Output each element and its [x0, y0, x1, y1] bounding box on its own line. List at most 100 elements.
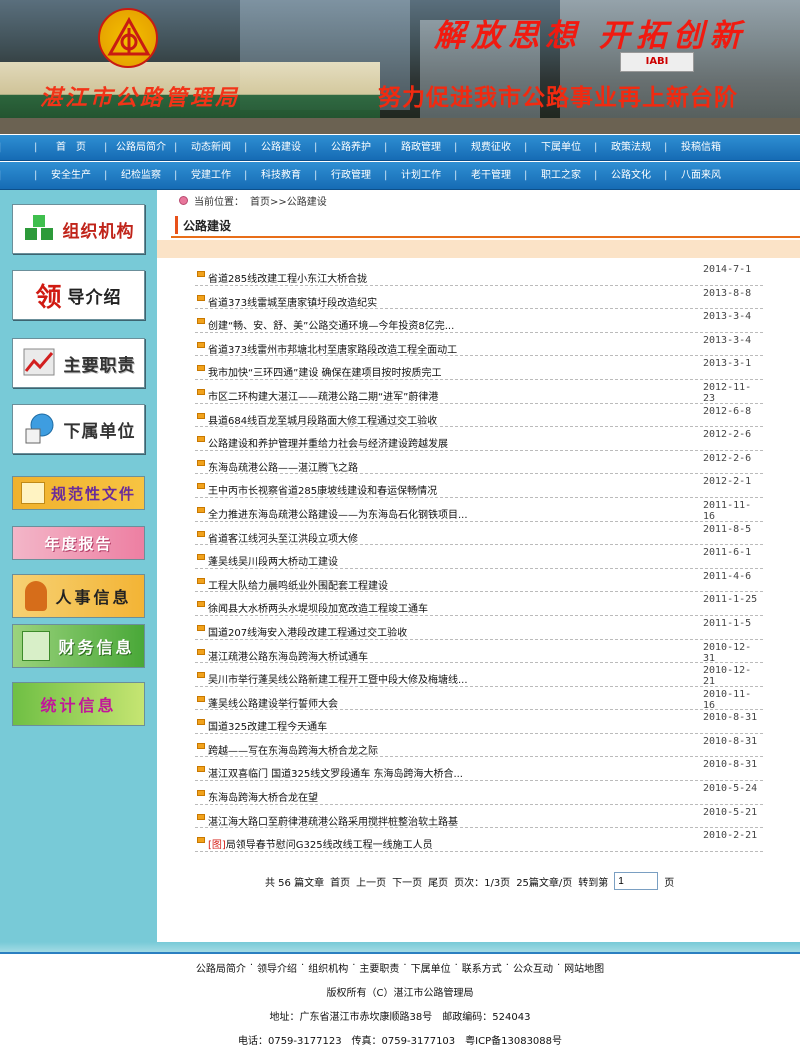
sidebar-hr-button[interactable]: 人事信息	[12, 574, 145, 618]
news-title-link[interactable]: 我市加快“三环四通”建设 确保在建项目按时按质完工	[208, 364, 442, 379]
chart-icon	[23, 348, 54, 376]
news-title-link[interactable]: 跨越——写在东海岛跨海大桥合龙之际	[208, 742, 378, 757]
news-title-link[interactable]: 县道684线百龙至城月段路面大修工程通过交工验收	[208, 412, 437, 427]
footer-link[interactable]: 主要职责	[359, 960, 399, 975]
bullet-icon	[197, 766, 205, 773]
sidebar-stats-button[interactable]: 统计信息	[12, 682, 145, 726]
news-date: 2012-2-6	[703, 452, 752, 464]
news-title-text: 王中丙市长视察省道285康坡线建设和春运保畅情况	[208, 486, 438, 498]
news-title-link[interactable]: 省道客江线河头至江洪段立项大修	[208, 530, 358, 545]
globe-icon	[25, 413, 53, 444]
nav-culture[interactable]: 公路文化	[594, 162, 666, 190]
news-title-link[interactable]: 湛江疏港公路东海岛跨海大桥试通车	[208, 648, 368, 663]
news-title-text: 东海岛疏港公路——湛江腾飞之路	[208, 462, 358, 474]
pager-next-link[interactable]: 下一页	[392, 874, 422, 889]
news-title-link[interactable]: 王中丙市长视察省道285康坡线建设和春运保畅情况	[208, 482, 437, 497]
news-title-link[interactable]: 创建“畅、安、舒、美”公路交通环境—今年投资8亿完...	[208, 317, 454, 332]
nav-maintenance[interactable]: 公路养护	[314, 135, 386, 161]
breadcrumb-path[interactable]: 首页>>公路建设	[250, 193, 327, 208]
news-date: 2013-3-1	[703, 358, 752, 370]
pager-last-link[interactable]: 尾页	[428, 874, 448, 889]
nav-planning[interactable]: 计划工作	[384, 162, 456, 190]
footer-address: 地址：广东省湛江市赤坎康顺路38号 邮政编码：524043	[269, 1012, 531, 1023]
news-date: 2011-1-5	[703, 617, 752, 629]
news-title-link[interactable]: 吴川市举行蓬吴线公路新建工程开工暨中段大修及梅塘线...	[208, 671, 468, 686]
section-title: 公路建设	[183, 219, 232, 233]
news-row: 省道373线雷城至唐家镇圩段改造纪实 2013-8-8	[195, 286, 763, 310]
nav-party[interactable]: 党建工作	[174, 162, 246, 190]
sidebar-duties-button[interactable]: 主要职责	[12, 338, 145, 388]
news-row: 国道207线海安入港段改建工程通过交工验收 2011-1-5	[195, 616, 763, 640]
nav-misc[interactable]: 八面来风	[664, 162, 736, 190]
news-date: 2010-5-24	[703, 783, 758, 795]
sidebar-leaders-big-char: 领	[35, 282, 62, 313]
nav-construction[interactable]: 公路建设	[244, 135, 316, 161]
news-title-link[interactable]: 全力推进东海岛疏港公路建设——为东海岛石化钢铁项目...	[208, 506, 468, 521]
nav-home[interactable]: 首 页	[34, 135, 106, 161]
footer-link[interactable]: 组织机构	[308, 960, 348, 975]
nav-retirees[interactable]: 老干管理	[454, 162, 526, 190]
footer-links: 公路局简介 · 领导介绍 · 组织机构 · 主要职责 · 下属单位 · 联系方式 · 公众互动 · 网站地图	[0, 960, 800, 975]
bullet-icon	[197, 719, 205, 726]
footer-link-separator: ·	[403, 960, 407, 971]
nav-spacer	[0, 162, 36, 190]
nav-units[interactable]: 下属单位	[524, 135, 596, 161]
news-title-link[interactable]: 省道373线雷州市邦塘北村至唐家路段改造工程全面动工	[208, 341, 457, 356]
sidebar-finance-label: 财务信息	[58, 638, 135, 657]
news-title-link[interactable]: 湛江双喜临门 国道325线文罗段通车 东海岛跨海大桥合...	[208, 765, 463, 780]
news-title-link[interactable]: 市区二环构建大湛江——疏港公路二期“进军”蔚律港	[208, 388, 438, 403]
nav-mailbox[interactable]: 投稿信箱	[664, 135, 736, 161]
bullet-icon	[197, 483, 205, 490]
sidebar-finance-button[interactable]: 财务信息	[12, 624, 145, 668]
breadcrumb-label: 当前位置：	[194, 197, 244, 208]
news-row: 全力推进东海岛疏港公路建设——为东海岛石化钢铁项目... 2011-11-16	[195, 498, 763, 522]
pager-goto-input[interactable]	[614, 872, 659, 890]
nav-road-admin[interactable]: 路政管理	[384, 135, 456, 161]
bullet-icon	[197, 459, 205, 466]
nav-fees[interactable]: 规费征收	[454, 135, 526, 161]
news-title-link[interactable]: 蓬吴线公路建设举行誓师大会	[208, 695, 338, 710]
footer-link[interactable]: 联系方式	[462, 960, 502, 975]
banner-photo-road	[0, 118, 800, 134]
news-title-link[interactable]: 湛江海大路口至蔚律港疏港公路采用搅拌桩整治软土路基	[208, 813, 458, 828]
news-title-link[interactable]: 工程大队给力晨鸣纸业外围配套工程建设	[208, 577, 388, 592]
news-title-link[interactable]: [图]局领导春节慰问G325线改线工程一线施工人员	[208, 836, 433, 851]
calculator-icon	[22, 631, 51, 661]
footer-link[interactable]: 公众互动	[513, 960, 553, 975]
news-title-link[interactable]: 东海岛疏港公路——湛江腾飞之路	[208, 459, 358, 474]
sidebar-docs-label: 规范性文件	[50, 484, 136, 503]
footer-link[interactable]: 网站地图	[564, 960, 604, 975]
news-title-text: 湛江双喜临门 国道325线文罗段通车 东海岛跨海大桥合...	[208, 769, 463, 781]
bullet-icon	[197, 271, 205, 277]
nav-safety[interactable]: 安全生产	[34, 162, 106, 190]
sidebar-docs-button[interactable]: 规范性文件	[12, 476, 145, 510]
sidebar-units-button[interactable]: 下属单位	[12, 404, 145, 454]
sidebar-annual-button[interactable]: 年度报告	[12, 526, 145, 560]
footer-link[interactable]: 领导介绍	[257, 960, 297, 975]
pager-first-link[interactable]: 首页	[330, 874, 350, 889]
nav-staff-home[interactable]: 职工之家	[524, 162, 596, 190]
news-title-link[interactable]: 蓬吴线吴川段两大桥动工建设	[208, 553, 338, 568]
nav-discipline[interactable]: 纪检监察	[104, 162, 176, 190]
news-date: 2011-4-6	[703, 570, 752, 582]
news-title-link[interactable]: 省道285线改建工程小东江大桥合拢	[208, 270, 367, 285]
news-title-link[interactable]: 国道207线海安入港段改建工程通过交工验收	[208, 624, 407, 639]
pager-prev-link[interactable]: 上一页	[356, 874, 386, 889]
news-title-link[interactable]: 徐闻县大水桥两头水堤坝段加宽改造工程竣工通车	[208, 600, 428, 615]
nav-admin[interactable]: 行政管理	[314, 162, 386, 190]
bullet-icon	[197, 648, 205, 655]
news-row: 省道285线改建工程小东江大桥合拢 2014-7-1	[195, 262, 763, 286]
news-title-link[interactable]: 省道373线雷城至唐家镇圩段改造纪实	[208, 294, 377, 309]
footer-link[interactable]: 公路局简介	[196, 960, 246, 975]
footer-link[interactable]: 下属单位	[411, 960, 451, 975]
nav-about[interactable]: 公路局简介	[104, 135, 176, 161]
nav-news[interactable]: 动态新闻	[174, 135, 246, 161]
sidebar-leaders-button[interactable]: 领 导介绍	[12, 270, 145, 320]
nav-education[interactable]: 科技教育	[244, 162, 316, 190]
sidebar-org-button[interactable]: 组织机构	[12, 204, 145, 254]
news-title-link[interactable]: 公路建设和养护管理并重给力社会与经济建设跨越发展	[208, 435, 448, 450]
news-title-link[interactable]: 东海岛跨海大桥合龙在望	[208, 789, 318, 804]
nav-policy[interactable]: 政策法规	[594, 135, 666, 161]
news-image-tag: [图]	[208, 840, 226, 852]
news-title-link[interactable]: 国道325改建工程今天通车	[208, 718, 327, 733]
